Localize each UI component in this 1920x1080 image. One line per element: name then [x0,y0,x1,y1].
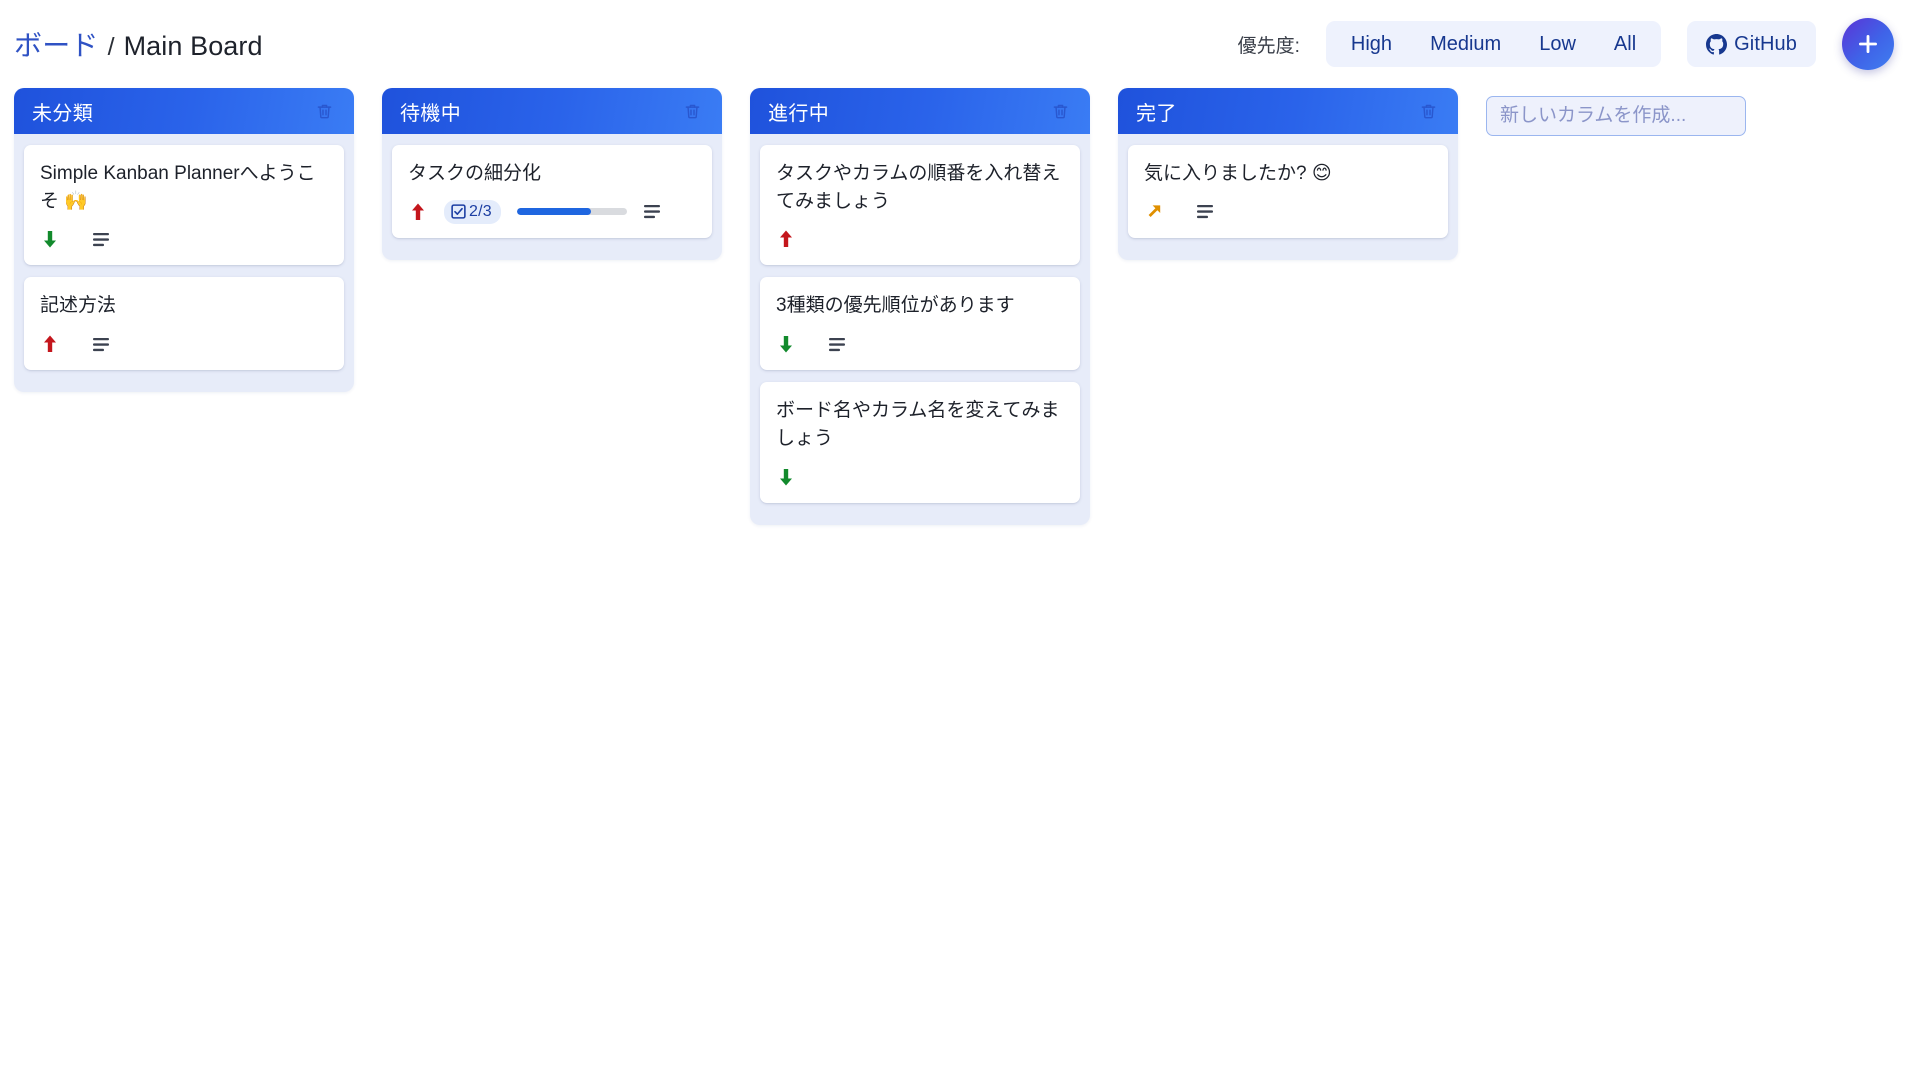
github-icon [1706,33,1728,55]
description-icon [1196,204,1214,219]
column-card-list: Simple Kanban Plannerへようこそ 🙌 記述方法 [14,134,354,392]
column-title[interactable]: 進行中 [768,97,1047,126]
task-card[interactable]: タスクやカラムの順番を入れ替えてみましょう [760,145,1080,266]
task-card-title: ボード名やカラム名を変えてみましょう [776,400,1060,449]
trash-icon [1051,102,1070,121]
description-icon [643,204,661,219]
breadcrumb-separator: / [107,33,115,61]
checkbox-icon [451,204,466,219]
trash-icon [315,102,334,121]
checklist-count: 2/3 [469,202,492,220]
kanban-column: 未分類 Simple Kanban Plannerへようこそ 🙌 記述方法 [14,88,354,393]
delete-column-button[interactable] [679,98,706,125]
delete-column-button[interactable] [311,98,338,125]
task-card-meta [776,331,1064,357]
column-card-list: 気に入りましたか? 😊 [1118,134,1458,260]
column-header[interactable]: 未分類 [14,88,354,134]
task-card[interactable]: 記述方法 [24,277,344,371]
checklist-progress-bar [516,208,627,216]
priority-filter-high[interactable]: High [1332,21,1411,67]
kanban-column: 待機中タスクの細分化 2/3 [382,88,722,260]
priority-low-icon[interactable] [776,466,796,488]
column-title[interactable]: 待機中 [400,97,679,126]
page-title[interactable]: Main Board [124,31,263,62]
priority-high-icon[interactable] [408,201,428,223]
delete-column-button[interactable] [1047,98,1074,125]
priority-low-icon[interactable] [40,228,60,250]
task-card-meta [776,464,1064,490]
checklist-badge: 2/3 [444,199,501,224]
task-card-meta [1144,199,1432,225]
checklist-progress-fill [516,208,591,216]
task-card[interactable]: 3種類の優先順位があります [760,277,1080,371]
delete-column-button[interactable] [1415,98,1442,125]
priority-high-icon[interactable] [776,228,796,250]
column-header[interactable]: 進行中 [750,88,1090,134]
priority-filter-low[interactable]: Low [1520,21,1595,67]
add-board-button[interactable] [1842,18,1894,70]
task-card[interactable]: 気に入りましたか? 😊 [1128,145,1448,238]
column-card-list: タスクの細分化 2/3 [382,134,722,260]
column-header[interactable]: 待機中 [382,88,722,134]
task-card[interactable]: Simple Kanban Plannerへようこそ 🙌 [24,145,344,266]
priority-filter-group: High Medium Low All [1325,21,1662,67]
new-column-input[interactable] [1486,96,1746,136]
github-button-label: GitHub [1734,32,1797,55]
kanban-column: 完了気に入りましたか? 😊 [1118,88,1458,260]
task-card-title: Simple Kanban Plannerへようこそ 🙌 [40,163,316,212]
task-card-title: タスクやカラムの順番を入れ替えてみましょう [776,163,1061,212]
top-bar-actions: 優先度: High Medium Low All GitHub [1238,18,1894,70]
description-icon [92,232,110,247]
kanban-column: 進行中タスクやカラムの順番を入れ替えてみましょう 3種類の優先順位がありますボード… [750,88,1090,525]
trash-icon [683,102,702,121]
task-card-title: 気に入りましたか? 😊 [1144,163,1332,184]
top-bar: ボード / Main Board 優先度: High Medium Low Al… [0,0,1920,88]
task-card-meta: 2/3 [408,199,696,225]
priority-high-icon[interactable] [40,333,60,355]
breadcrumb: ボード / Main Board [14,24,263,64]
task-card-title: タスクの細分化 [408,163,542,184]
priority-filter-label: 優先度: [1237,35,1300,57]
plus-icon [1855,31,1881,57]
kanban-board: 未分類 Simple Kanban Plannerへようこそ 🙌 記述方法 待機中タス… [0,88,1920,525]
breadcrumb-root-link[interactable]: ボード [14,24,99,64]
column-header[interactable]: 完了 [1118,88,1458,134]
priority-filter-all[interactable]: All [1595,21,1655,67]
column-title[interactable]: 完了 [1136,97,1415,126]
priority-low-icon[interactable] [776,333,796,355]
trash-icon [1419,102,1438,121]
github-button[interactable]: GitHub [1687,21,1816,67]
new-column-area [1486,88,1746,136]
task-card-title: 記述方法 [40,295,117,317]
description-icon [828,337,846,352]
column-title[interactable]: 未分類 [32,97,311,126]
task-card-meta [40,331,328,357]
task-card[interactable]: タスクの細分化 2/3 [392,145,712,238]
priority-filter-medium[interactable]: Medium [1411,21,1520,67]
task-card-title: 3種類の優先順位があります [776,295,1015,317]
task-card[interactable]: ボード名やカラム名を変えてみましょう [760,382,1080,503]
priority-medium-icon[interactable] [1144,201,1164,223]
column-card-list: タスクやカラムの順番を入れ替えてみましょう 3種類の優先順位がありますボード名やカ… [750,134,1090,525]
task-card-meta [40,226,328,252]
task-card-meta [776,226,1064,252]
description-icon [92,337,110,352]
